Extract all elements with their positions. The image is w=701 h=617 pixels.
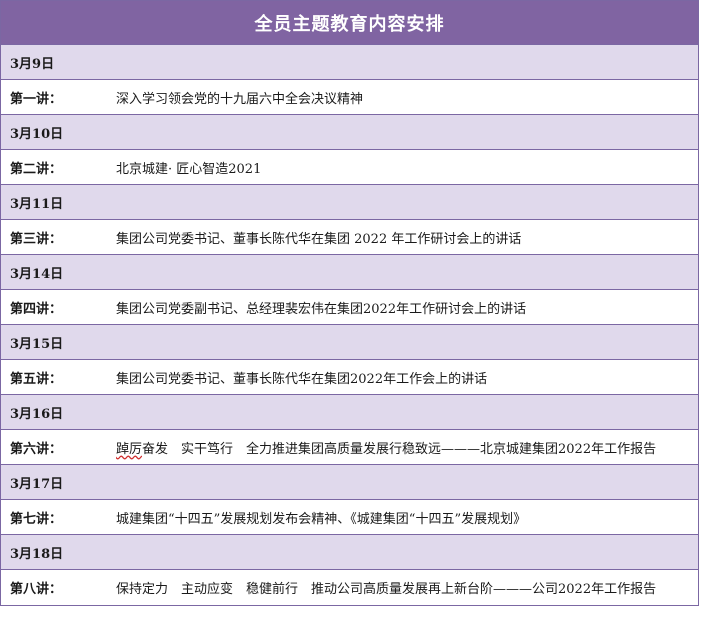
- lecture-number: 第一讲：: [10, 91, 63, 107]
- lecture-number: 第四讲：: [10, 301, 63, 317]
- date-row: 3月10日: [1, 115, 698, 150]
- date-row: 3月15日: [1, 325, 698, 360]
- lecture-number: 第二讲：: [10, 161, 63, 177]
- lecture-row: 第三讲： 集团公司党委书记、董事长陈代华在集团 2022 年工作研讨会上的讲话: [1, 220, 698, 255]
- lecture-row: 第五讲： 集团公司党委书记、董事长陈代华在集团2022年工作会上的讲话: [1, 360, 698, 395]
- lecture-number: 第五讲：: [10, 371, 63, 387]
- lecture-topic: 北京城建· 匠心智造2021: [116, 161, 262, 177]
- date-row: 3月9日: [1, 45, 698, 80]
- lecture-topic: 深入学习领会党的十九届六中全会决议精神: [116, 91, 364, 107]
- lecture-row: 第六讲： 踔厉奋发 实干笃行 全力推进集团高质量发展行稳致远———北京城建集团2…: [1, 430, 698, 465]
- date-label: 3月9日: [10, 56, 55, 72]
- lecture-row: 第八讲： 保持定力 主动应变 稳健前行 推动公司高质量发展再上新台阶———公司2…: [1, 570, 698, 605]
- lecture-row: 第二讲： 北京城建· 匠心智造2021: [1, 150, 698, 185]
- spellcheck-word: 踔厉: [116, 441, 143, 457]
- lecture-topic: 踔厉奋发 实干笃行 全力推进集团高质量发展行稳致远———北京城建集团2022年工…: [108, 438, 656, 457]
- schedule-table: 全员主题教育内容安排 3月9日 第一讲： 深入学习领会党的十九届六中全会决议精神…: [0, 0, 699, 606]
- date-label: 3月14日: [10, 266, 64, 282]
- lecture-number: 第三讲：: [10, 231, 63, 247]
- lecture-number: 第七讲：: [10, 511, 63, 527]
- date-label: 3月11日: [10, 196, 64, 212]
- date-label: 3月18日: [10, 546, 64, 562]
- date-row: 3月14日: [1, 255, 698, 290]
- date-label: 3月17日: [10, 476, 64, 492]
- lecture-topic: 集团公司党委副书记、总经理裴宏伟在集团2022年工作研讨会上的讲话: [116, 301, 527, 317]
- lecture-row: 第一讲： 深入学习领会党的十九届六中全会决议精神: [1, 80, 698, 115]
- lecture-topic: 保持定力 主动应变 稳健前行 推动公司高质量发展再上新台阶———公司2022年工…: [116, 582, 657, 597]
- date-row: 3月11日: [1, 185, 698, 220]
- lecture-row: 第七讲： 城建集团“十四五”发展规划发布会精神、《城建集团“十四五”发展规划》: [1, 500, 698, 535]
- date-row: 3月17日: [1, 465, 698, 500]
- lecture-topic: 集团公司党委书记、董事长陈代华在集团 2022 年工作研讨会上的讲话: [116, 231, 522, 247]
- date-row: 3月16日: [1, 395, 698, 430]
- lecture-row: 第四讲： 集团公司党委副书记、总经理裴宏伟在集团2022年工作研讨会上的讲话: [1, 290, 698, 325]
- date-row: 3月18日: [1, 535, 698, 570]
- date-label: 3月10日: [10, 126, 64, 142]
- lecture-topic: 集团公司党委书记、董事长陈代华在集团2022年工作会上的讲话: [116, 371, 488, 387]
- lecture-number: 第八讲：: [10, 582, 63, 597]
- lecture-topic: 城建集团“十四五”发展规划发布会精神、《城建集团“十四五”发展规划》: [116, 511, 527, 527]
- lecture-topic-rest: 奋发 实干笃行 全力推进集团高质量发展行稳致远———北京城建集团2022年工作报…: [142, 441, 657, 457]
- lecture-number: 第六讲：: [10, 441, 63, 457]
- date-label: 3月16日: [10, 406, 64, 422]
- table-title: 全员主题教育内容安排: [1, 1, 698, 45]
- date-label: 3月15日: [10, 336, 64, 352]
